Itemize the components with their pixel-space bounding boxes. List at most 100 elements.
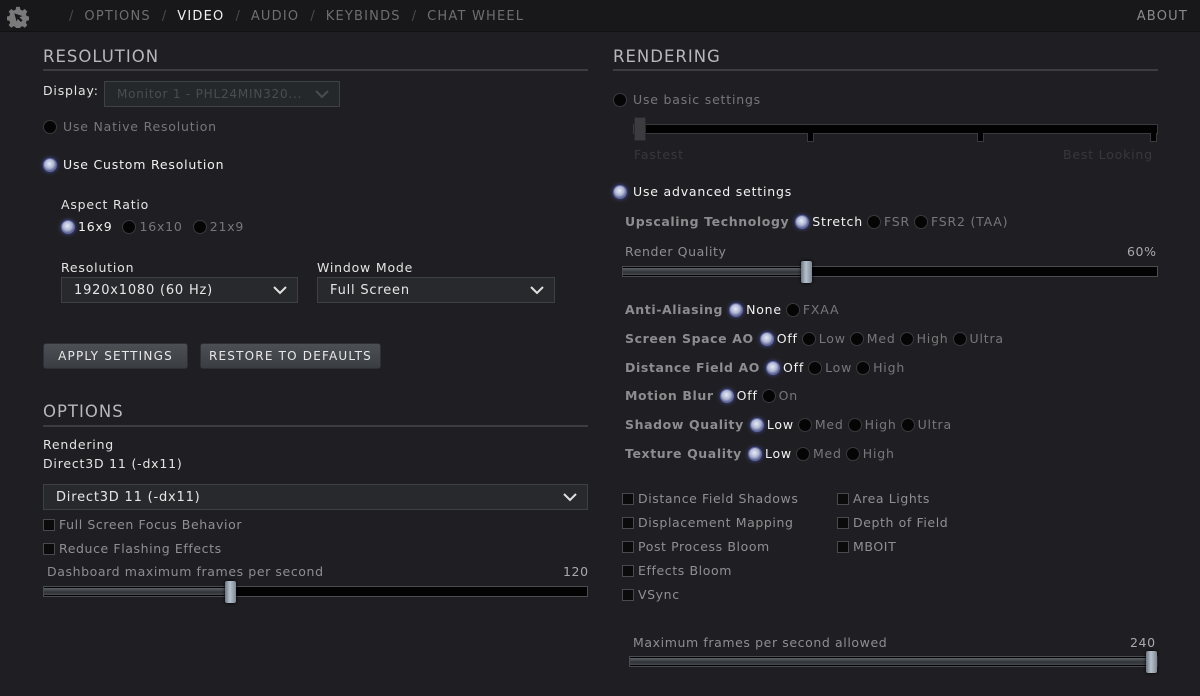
effects-bloom-checkbox[interactable]: Effects Bloom bbox=[622, 563, 732, 578]
anti-aliasing-option-none[interactable]: None bbox=[729, 302, 782, 317]
texture-quality-option-low[interactable]: Low bbox=[747, 446, 792, 461]
radio-off-icon bbox=[43, 119, 57, 134]
screen-space-ao-option-high[interactable]: High bbox=[899, 331, 949, 346]
option-label: Low bbox=[764, 446, 792, 461]
native-resolution-radio[interactable]: Use Native Resolution bbox=[43, 119, 217, 134]
rendering-current-value: Direct3D 11 (-dx11) bbox=[43, 456, 183, 471]
distance-field-ao-option-low[interactable]: Low bbox=[808, 360, 852, 375]
tab-options[interactable]: OPTIONS bbox=[84, 9, 150, 24]
checkbox-label: MBOIT bbox=[853, 539, 897, 554]
radio-off-icon bbox=[866, 214, 881, 229]
option-label: Med bbox=[866, 331, 896, 346]
max-fps-slider[interactable] bbox=[629, 651, 1158, 673]
motion-blur-option-on[interactable]: On bbox=[761, 388, 799, 403]
basic-settings-radio[interactable]: Use basic settings bbox=[613, 92, 761, 107]
option-label: On bbox=[778, 388, 799, 403]
depth-of-field-checkbox[interactable]: Depth of Field bbox=[837, 515, 948, 530]
upscaling-option-fsr2[interactable]: FSR2 (TAA) bbox=[913, 214, 1009, 229]
vsync-checkbox[interactable]: VSync bbox=[622, 587, 680, 602]
full-screen-focus-checkbox[interactable]: Full Screen Focus Behavior bbox=[43, 517, 242, 532]
option-label: Off bbox=[776, 331, 798, 346]
screen-space-ao-option-med[interactable]: Med bbox=[849, 331, 896, 346]
renderer-dropdown[interactable]: Direct3D 11 (-dx11) bbox=[43, 484, 588, 510]
basic-settings-label: Use basic settings bbox=[633, 92, 761, 107]
upscaling-option-stretch[interactable]: Stretch bbox=[795, 214, 863, 229]
display-dropdown-value: Monitor 1 - PHL24MIN320... bbox=[117, 87, 303, 101]
screen-space-ao-option-off[interactable]: Off bbox=[759, 331, 798, 346]
display-dropdown[interactable]: Monitor 1 - PHL24MIN320... bbox=[104, 81, 340, 107]
radio-off-icon bbox=[952, 331, 967, 346]
post-process-bloom-checkbox[interactable]: Post Process Bloom bbox=[622, 539, 770, 554]
distance-field-shadows-checkbox[interactable]: Distance Field Shadows bbox=[622, 491, 799, 506]
options-header: OPTIONS bbox=[43, 402, 124, 421]
anti-aliasing-label: Anti-Aliasing bbox=[625, 302, 724, 317]
dashboard-fps-slider[interactable] bbox=[43, 581, 588, 603]
shadow-quality-option-ultra[interactable]: Ultra bbox=[900, 417, 952, 432]
radio-off-icon bbox=[913, 214, 928, 229]
anti-aliasing-option-fxaa[interactable]: FXAA bbox=[785, 302, 839, 317]
checkbox-unchecked-icon bbox=[622, 540, 634, 553]
about-link[interactable]: ABOUT bbox=[1137, 9, 1188, 24]
screen-space-ao-label: Screen Space AO bbox=[625, 331, 754, 346]
dashboard-fps-label: Dashboard maximum frames per second bbox=[47, 564, 324, 579]
aspect-option-label: 21x9 bbox=[209, 219, 245, 234]
texture-quality-option-med[interactable]: Med bbox=[795, 446, 842, 461]
reduce-flashing-checkbox[interactable]: Reduce Flashing Effects bbox=[43, 541, 222, 556]
aspect-ratio-label: Aspect Ratio bbox=[61, 197, 150, 212]
motion-blur-option-off[interactable]: Off bbox=[719, 388, 758, 403]
gear-icon[interactable] bbox=[7, 6, 29, 28]
renderer-dropdown-value: Direct3D 11 (-dx11) bbox=[56, 489, 201, 505]
tab-audio[interactable]: AUDIO bbox=[251, 9, 300, 24]
slider-thumb[interactable] bbox=[801, 261, 812, 283]
radio-off-icon bbox=[801, 331, 816, 346]
tab-chat-wheel[interactable]: CHAT WHEEL bbox=[427, 9, 524, 24]
radio-off-icon bbox=[845, 446, 860, 461]
distance-field-ao-option-high[interactable]: High bbox=[856, 360, 905, 375]
option-label: FSR2 (TAA) bbox=[930, 214, 1009, 229]
window-mode-dropdown[interactable]: Full Screen bbox=[317, 277, 555, 303]
slider-thumb[interactable] bbox=[225, 581, 236, 603]
distance-field-ao-option-off[interactable]: Off bbox=[766, 360, 804, 375]
shadow-quality-option-low[interactable]: Low bbox=[749, 417, 794, 432]
restore-defaults-button[interactable]: RESTORE TO DEFAULTS bbox=[200, 343, 381, 369]
radio-off-icon bbox=[847, 417, 862, 432]
radio-on-icon bbox=[729, 302, 744, 317]
slider-fill bbox=[630, 658, 1152, 665]
shadow-quality-option-med[interactable]: Med bbox=[797, 417, 844, 432]
mboit-checkbox[interactable]: MBOIT bbox=[837, 539, 896, 554]
screen-space-ao-option-ultra[interactable]: Ultra bbox=[952, 331, 1004, 346]
resolution-dropdown[interactable]: 1920x1080 (60 Hz) bbox=[61, 277, 298, 303]
option-label: High bbox=[916, 331, 949, 346]
aspect-option-16x10[interactable]: 16x10 bbox=[122, 219, 182, 234]
checkbox-unchecked-icon bbox=[43, 542, 55, 555]
slider-thumb[interactable] bbox=[1146, 651, 1157, 673]
upscaling-option-fsr[interactable]: FSR bbox=[866, 214, 910, 229]
slider-thumb[interactable] bbox=[634, 117, 646, 141]
displacement-mapping-checkbox[interactable]: Displacement Mapping bbox=[622, 515, 794, 530]
custom-resolution-radio[interactable]: Use Custom Resolution bbox=[43, 157, 224, 172]
shadow-quality-option-high[interactable]: High bbox=[847, 417, 897, 432]
tab-separator: / bbox=[161, 8, 167, 24]
option-label: None bbox=[746, 302, 782, 317]
option-label: Off bbox=[736, 388, 758, 403]
tab-video[interactable]: VIDEO bbox=[177, 9, 224, 24]
aspect-ratio-group: 16x9 16x10 21x9 bbox=[61, 219, 248, 234]
rendering-header: RENDERING bbox=[613, 47, 721, 66]
aspect-option-16x9[interactable]: 16x9 bbox=[61, 219, 112, 234]
tab-keybinds[interactable]: KEYBINDS bbox=[326, 9, 401, 24]
window-mode-label: Window Mode bbox=[317, 260, 414, 275]
render-quality-slider[interactable] bbox=[622, 261, 1158, 283]
aspect-option-21x9[interactable]: 21x9 bbox=[192, 219, 245, 234]
option-label: High bbox=[864, 417, 897, 432]
texture-quality-option-high[interactable]: High bbox=[845, 446, 895, 461]
advanced-settings-radio[interactable]: Use advanced settings bbox=[613, 184, 792, 199]
screen-space-ao-option-low[interactable]: Low bbox=[801, 331, 846, 346]
radio-on-icon bbox=[759, 331, 774, 346]
option-label: Med bbox=[814, 417, 844, 432]
area-lights-checkbox[interactable]: Area Lights bbox=[837, 491, 930, 506]
option-label: Stretch bbox=[812, 214, 863, 229]
custom-resolution-label: Use Custom Resolution bbox=[63, 157, 225, 172]
slider-fill bbox=[623, 268, 807, 275]
slider-tick bbox=[807, 133, 814, 142]
apply-settings-button[interactable]: APPLY SETTINGS bbox=[43, 343, 188, 369]
